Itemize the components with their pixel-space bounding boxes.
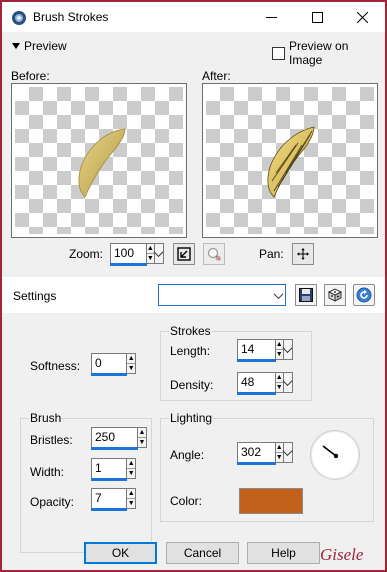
width-down-icon[interactable]: ▼ [127, 468, 135, 478]
minimize-icon [265, 16, 277, 18]
reset-icon [356, 287, 372, 303]
opacity-up-icon[interactable]: ▲ [127, 489, 135, 498]
zoom-stepper[interactable]: 100 ▲ ▼ [110, 243, 164, 266]
length-input[interactable]: 14 [237, 339, 276, 362]
bristles-up-icon[interactable]: ▲ [138, 428, 146, 437]
preview-on-image-label: Preview on Image [289, 39, 349, 67]
angle-dial-needle [322, 445, 339, 459]
width-input[interactable]: 1 [91, 458, 128, 481]
reset-button[interactable] [353, 284, 375, 306]
window-title: Brush Strokes [33, 10, 109, 24]
opacity-stepper[interactable]: 7 ▲ ▼ [91, 488, 136, 511]
before-preview-canvas [15, 87, 183, 234]
density-stepper[interactable]: 48 ▲ ▼ [237, 372, 293, 395]
save-icon [299, 288, 313, 302]
chevron-down-icon [153, 247, 164, 258]
cancel-button[interactable]: Cancel [166, 542, 239, 564]
softness-up-icon[interactable]: ▲ [127, 354, 135, 363]
angle-dial[interactable] [310, 430, 360, 480]
width-up-icon[interactable]: ▲ [127, 459, 135, 468]
dice-icon [327, 288, 343, 302]
after-preview-canvas [206, 87, 374, 234]
signature-watermark: Gisele [320, 545, 364, 564]
angle-stepper[interactable]: 302 ▲ ▼ [237, 442, 293, 465]
strokes-group-title: Strokes [169, 324, 212, 338]
density-input[interactable]: 48 [237, 372, 276, 395]
bristles-input[interactable]: 250 [91, 427, 138, 450]
pan-button[interactable] [292, 243, 314, 265]
width-label: Width: [30, 465, 65, 479]
softness-input[interactable]: 0 [91, 353, 128, 376]
settings-bar: Settings [2, 277, 385, 313]
lighting-group-title: Lighting [169, 411, 214, 425]
softness-label: Softness: [30, 359, 81, 373]
bristles-label: Bristles: [30, 433, 73, 447]
move-icon [297, 248, 309, 260]
zoom-fit-icon [177, 247, 191, 261]
help-button[interactable]: Help [247, 542, 320, 564]
zoom-input[interactable]: 100 [110, 243, 147, 266]
zoom-to-fit-button[interactable] [173, 243, 195, 265]
opacity-down-icon[interactable]: ▼ [127, 498, 135, 508]
ok-button[interactable]: OK [84, 542, 157, 564]
opacity-label: Opacity: [30, 495, 75, 509]
brush-strokes-dialog: Brush Strokes Preview Preview on Image B… [0, 0, 387, 572]
length-down-icon[interactable]: ▼ [275, 349, 283, 359]
magnifier-icon [207, 247, 221, 261]
zoom-dropdown-button[interactable] [153, 243, 164, 264]
minimize-button[interactable] [248, 2, 294, 32]
before-preview-pane[interactable] [11, 83, 187, 238]
save-preset-button[interactable] [295, 284, 317, 306]
before-label: Before: [11, 69, 50, 83]
after-preview-pane[interactable] [202, 83, 378, 238]
before-brush-shape [78, 128, 126, 198]
length-label: Length: [170, 344, 211, 358]
zoom-down-icon[interactable]: ▼ [146, 253, 154, 263]
chevron-down-icon [282, 446, 293, 457]
close-icon [356, 11, 368, 23]
opacity-input[interactable]: 7 [91, 488, 128, 511]
close-button[interactable] [339, 2, 385, 32]
maximize-icon [311, 11, 323, 23]
angle-input[interactable]: 302 [237, 442, 276, 465]
pan-label: Pan: [259, 247, 284, 261]
preview-toggle-label: Preview [24, 39, 67, 53]
zoom-actual-button[interactable] [203, 243, 225, 265]
settings-preset-select[interactable] [158, 284, 286, 306]
settings-label: Settings [13, 289, 57, 303]
lighting-color-swatch[interactable] [239, 488, 303, 514]
softness-down-icon[interactable]: ▼ [127, 363, 135, 373]
density-down-icon[interactable]: ▼ [275, 382, 283, 392]
softness-stepper[interactable]: 0 ▲ ▼ [91, 353, 136, 376]
preview-on-image-option[interactable]: Preview on Image [272, 39, 385, 67]
color-label: Color: [170, 494, 203, 508]
chevron-down-icon [282, 343, 293, 354]
title-bar[interactable]: Brush Strokes [2, 2, 385, 32]
zoom-label: Zoom: [69, 247, 104, 261]
triangle-down-icon [12, 43, 20, 49]
app-icon [11, 10, 27, 26]
brush-group-title: Brush [29, 411, 63, 425]
angle-dropdown-button[interactable] [282, 442, 293, 463]
after-brush-shape [267, 126, 315, 198]
maximize-button[interactable] [294, 2, 340, 32]
chevron-down-icon [273, 288, 283, 299]
bristles-stepper[interactable]: 250 ▲ ▼ [91, 427, 147, 450]
randomize-button[interactable] [324, 284, 346, 306]
width-stepper[interactable]: 1 ▲ ▼ [91, 458, 136, 481]
preview-on-image-checkbox[interactable] [272, 46, 285, 60]
chevron-down-icon [282, 376, 293, 387]
length-dropdown-button[interactable] [282, 339, 293, 360]
bristles-down-icon[interactable]: ▼ [137, 437, 146, 447]
length-stepper[interactable]: 14 ▲ ▼ [237, 339, 293, 362]
density-label: Density: [170, 378, 214, 392]
density-dropdown-button[interactable] [282, 372, 293, 393]
dialog-content: Preview Preview on Image Before: After: [2, 32, 385, 570]
after-label: After: [202, 69, 231, 83]
preview-toggle[interactable]: Preview [12, 39, 67, 53]
angle-down-icon[interactable]: ▼ [275, 452, 283, 462]
settings-dropdown-button[interactable] [271, 285, 285, 305]
angle-label: Angle: [170, 448, 205, 462]
